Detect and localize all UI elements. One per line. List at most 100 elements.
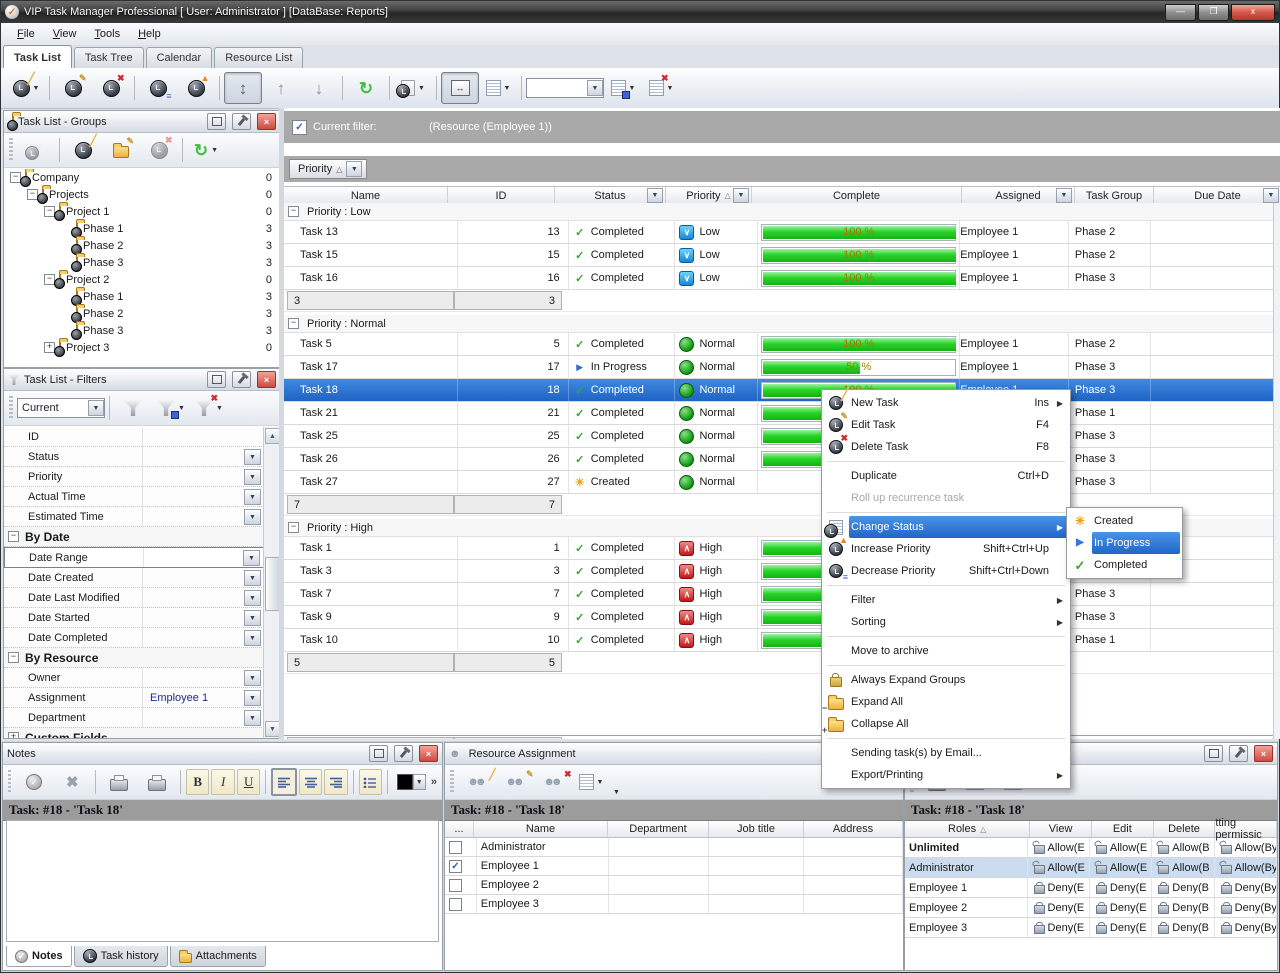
align-left-button[interactable] bbox=[271, 768, 297, 796]
tree-item-project-1[interactable]: −Project 10 bbox=[4, 203, 280, 220]
column-width-button[interactable]: ↔ bbox=[441, 72, 479, 104]
column-header-priority[interactable]: Priority△▼ bbox=[666, 187, 752, 204]
filter-preset-combo[interactable]: Current ▼ bbox=[17, 398, 105, 418]
menu-item-delete-task[interactable]: ✖Delete TaskF8 bbox=[823, 436, 1069, 458]
menu-item-edit-task[interactable]: ✎Edit TaskF4 bbox=[823, 414, 1069, 436]
clock-up-arrow-button[interactable]: ▲ bbox=[177, 72, 215, 104]
tree-item-phase-1[interactable]: Phase 13 bbox=[4, 220, 280, 237]
notes-editor[interactable] bbox=[6, 820, 439, 942]
group-by-chip[interactable]: Priority △ ▼ bbox=[289, 159, 367, 179]
column-header-task-group[interactable]: Task Group bbox=[1075, 187, 1154, 204]
menu-item-created[interactable]: ✳Created bbox=[1068, 510, 1181, 532]
column-filter-dropdown[interactable]: ▼ bbox=[647, 188, 663, 203]
resource-checkbox[interactable] bbox=[449, 879, 462, 892]
apply-filter-button[interactable] bbox=[114, 392, 152, 424]
filter-row-priority[interactable]: Priority▼ bbox=[4, 467, 264, 487]
task-row-task-13[interactable]: Task 1313✓Completed∨Low100 %Employee 1Ph… bbox=[284, 221, 1274, 244]
permission-column-tting-permissic[interactable]: tting permissic bbox=[1215, 821, 1277, 837]
column-header-complete[interactable]: Complete bbox=[752, 187, 962, 204]
column-header-due-date[interactable]: Due Date▼ bbox=[1154, 187, 1280, 204]
menu-item-duplicate[interactable]: DuplicateCtrl+D bbox=[823, 465, 1069, 487]
tree-item-project-2[interactable]: −Project 20 bbox=[4, 271, 280, 288]
resource-list-button[interactable]: ▼ bbox=[572, 766, 610, 798]
column-header-status[interactable]: Status▼ bbox=[555, 187, 666, 204]
filter-row-date-completed[interactable]: Date Completed▼ bbox=[4, 628, 264, 648]
notes-minimize-button[interactable] bbox=[369, 745, 388, 762]
restore-button[interactable]: ❐ bbox=[1198, 4, 1229, 21]
font-color-button[interactable]: ▼ bbox=[392, 766, 431, 798]
menu-item-filter[interactable]: Filter▶ bbox=[823, 589, 1069, 611]
task-row-task-7[interactable]: Task 77✓Completed∧High100 %Employee 1Pha… bbox=[284, 583, 1274, 606]
up-arrow-button[interactable]: ↑ bbox=[262, 72, 300, 104]
font-color-dropdown[interactable]: ▼ bbox=[413, 774, 426, 790]
filters-close-button[interactable]: × bbox=[257, 371, 276, 388]
menu-tools[interactable]: Tools bbox=[86, 26, 128, 42]
resource-column-department[interactable]: Department bbox=[608, 821, 709, 837]
print-button[interactable] bbox=[138, 766, 176, 798]
permission-row-employee-2[interactable]: Employee 2Deny(EDeny(EDeny(BDeny(By bbox=[905, 898, 1277, 918]
permissions-close-button[interactable]: × bbox=[1254, 745, 1273, 762]
menu-item-collapse-all[interactable]: +Collapse All bbox=[823, 713, 1069, 735]
minimize-button[interactable]: — bbox=[1165, 4, 1196, 21]
tree-item-phase-3[interactable]: Phase 33 bbox=[4, 322, 280, 339]
menu-item-move-to-archive[interactable]: Move to archive bbox=[823, 640, 1069, 662]
close-button[interactable]: x bbox=[1231, 4, 1275, 21]
bullet-list-button[interactable] bbox=[359, 769, 383, 795]
permission-row-employee-1[interactable]: Employee 1Deny(EDeny(EDeny(BDeny(By bbox=[905, 878, 1277, 898]
resource-toolbar-overflow[interactable]: ▼ bbox=[613, 789, 620, 796]
insert-note-button[interactable]: ✓ bbox=[15, 766, 53, 798]
filter-row-owner[interactable]: Owner▼ bbox=[4, 668, 264, 688]
permission-column-roles[interactable]: Roles△ bbox=[905, 821, 1030, 837]
resource-row-employee-1[interactable]: ✓Employee 1 bbox=[445, 857, 903, 876]
filter-field-dropdown[interactable]: ▼ bbox=[243, 550, 260, 566]
filters-minimize-button[interactable] bbox=[207, 371, 226, 388]
filter-row-id[interactable]: ID bbox=[4, 427, 264, 447]
filter-preset-dropdown[interactable]: ▼ bbox=[88, 400, 104, 416]
group-expander[interactable]: − bbox=[288, 318, 299, 329]
align-center-button[interactable] bbox=[299, 769, 323, 795]
view-combo[interactable]: ▼ bbox=[526, 78, 604, 98]
print-preview-button[interactable] bbox=[100, 766, 138, 798]
group-expander[interactable]: − bbox=[288, 522, 299, 533]
menu-item-decrease-priority[interactable]: ≡Decrease PriorityShift+Ctrl+Down bbox=[823, 560, 1069, 582]
filter-field-dropdown[interactable]: ▼ bbox=[244, 449, 261, 465]
menu-item-change-status[interactable]: Change Status▶ bbox=[823, 516, 1069, 538]
underline-button[interactable]: U bbox=[237, 769, 261, 795]
filter-row-date-started[interactable]: Date Started▼ bbox=[4, 608, 264, 628]
filter-row-actual-time[interactable]: Actual Time▼ bbox=[4, 487, 264, 507]
task-row-task-27[interactable]: Task 2727✳CreatedNormalEmployee 1Phase 3 bbox=[284, 471, 1274, 494]
scroll-down-button[interactable]: ▼ bbox=[265, 721, 280, 737]
section-expander[interactable]: + bbox=[8, 732, 19, 738]
menu-item-increase-priority[interactable]: ▲Increase PriorityShift+Ctrl+Up bbox=[823, 538, 1069, 560]
filters-scrollbar[interactable]: ▲ ▼ bbox=[263, 427, 280, 738]
task-row-task-18[interactable]: Task 1818✓CompletedNormal100 %Employee 1… bbox=[284, 379, 1274, 402]
edit-task-button[interactable]: ✎ bbox=[54, 72, 92, 104]
permission-row-unlimited[interactable]: UnlimitedAllow(EAllow(EAllow(BAllow(By bbox=[905, 838, 1277, 858]
toolbar-overflow-button[interactable]: » bbox=[431, 776, 437, 788]
group-header[interactable]: −Priority : Low bbox=[284, 203, 1274, 221]
report-columns-button[interactable]: ▼ bbox=[479, 72, 517, 104]
permission-column-edit[interactable]: Edit bbox=[1092, 821, 1154, 837]
group-header[interactable]: −Priority : Normal bbox=[284, 315, 1274, 333]
resource-checkbox[interactable]: ✓ bbox=[449, 860, 462, 873]
tree-item-project-3[interactable]: +Project 30 bbox=[4, 339, 280, 356]
task-row-task-21[interactable]: Task 2121✓CompletedNormal100 %Employee 1… bbox=[284, 402, 1274, 425]
italic-button[interactable]: I bbox=[211, 769, 235, 795]
task-row-task-9[interactable]: Task 99✓Completed∧High100 %Employee 1Pha… bbox=[284, 606, 1274, 629]
refresh-button[interactable]: ↻ bbox=[347, 72, 385, 104]
tab-task-list[interactable]: Task List bbox=[3, 45, 72, 69]
groups-minimize-button[interactable] bbox=[207, 113, 226, 130]
menu-item-new-task[interactable]: ╱New TaskIns▶ bbox=[823, 392, 1069, 414]
group-by-dropdown[interactable]: ▼ bbox=[346, 161, 362, 177]
save-view-button[interactable]: ▼ bbox=[604, 72, 642, 104]
filter-field-dropdown[interactable]: ▼ bbox=[244, 489, 261, 505]
filter-field-dropdown[interactable]: ▼ bbox=[244, 590, 261, 606]
menu-help[interactable]: Help bbox=[130, 26, 169, 42]
menu-item-expand-all[interactable]: −Expand All bbox=[823, 691, 1069, 713]
permissions-minimize-button[interactable] bbox=[1204, 745, 1223, 762]
menu-item-always-expand-groups[interactable]: Always Expand Groups bbox=[823, 669, 1069, 691]
filter-row-assignment[interactable]: AssignmentEmployee 1▼ bbox=[4, 688, 264, 708]
task-row-task-17[interactable]: Task 1717▶In ProgressNormal50 %Employee … bbox=[284, 356, 1274, 379]
assign-resource-button[interactable]: ☻☻╱ bbox=[458, 766, 496, 798]
column-filter-dropdown[interactable]: ▼ bbox=[1056, 188, 1072, 203]
